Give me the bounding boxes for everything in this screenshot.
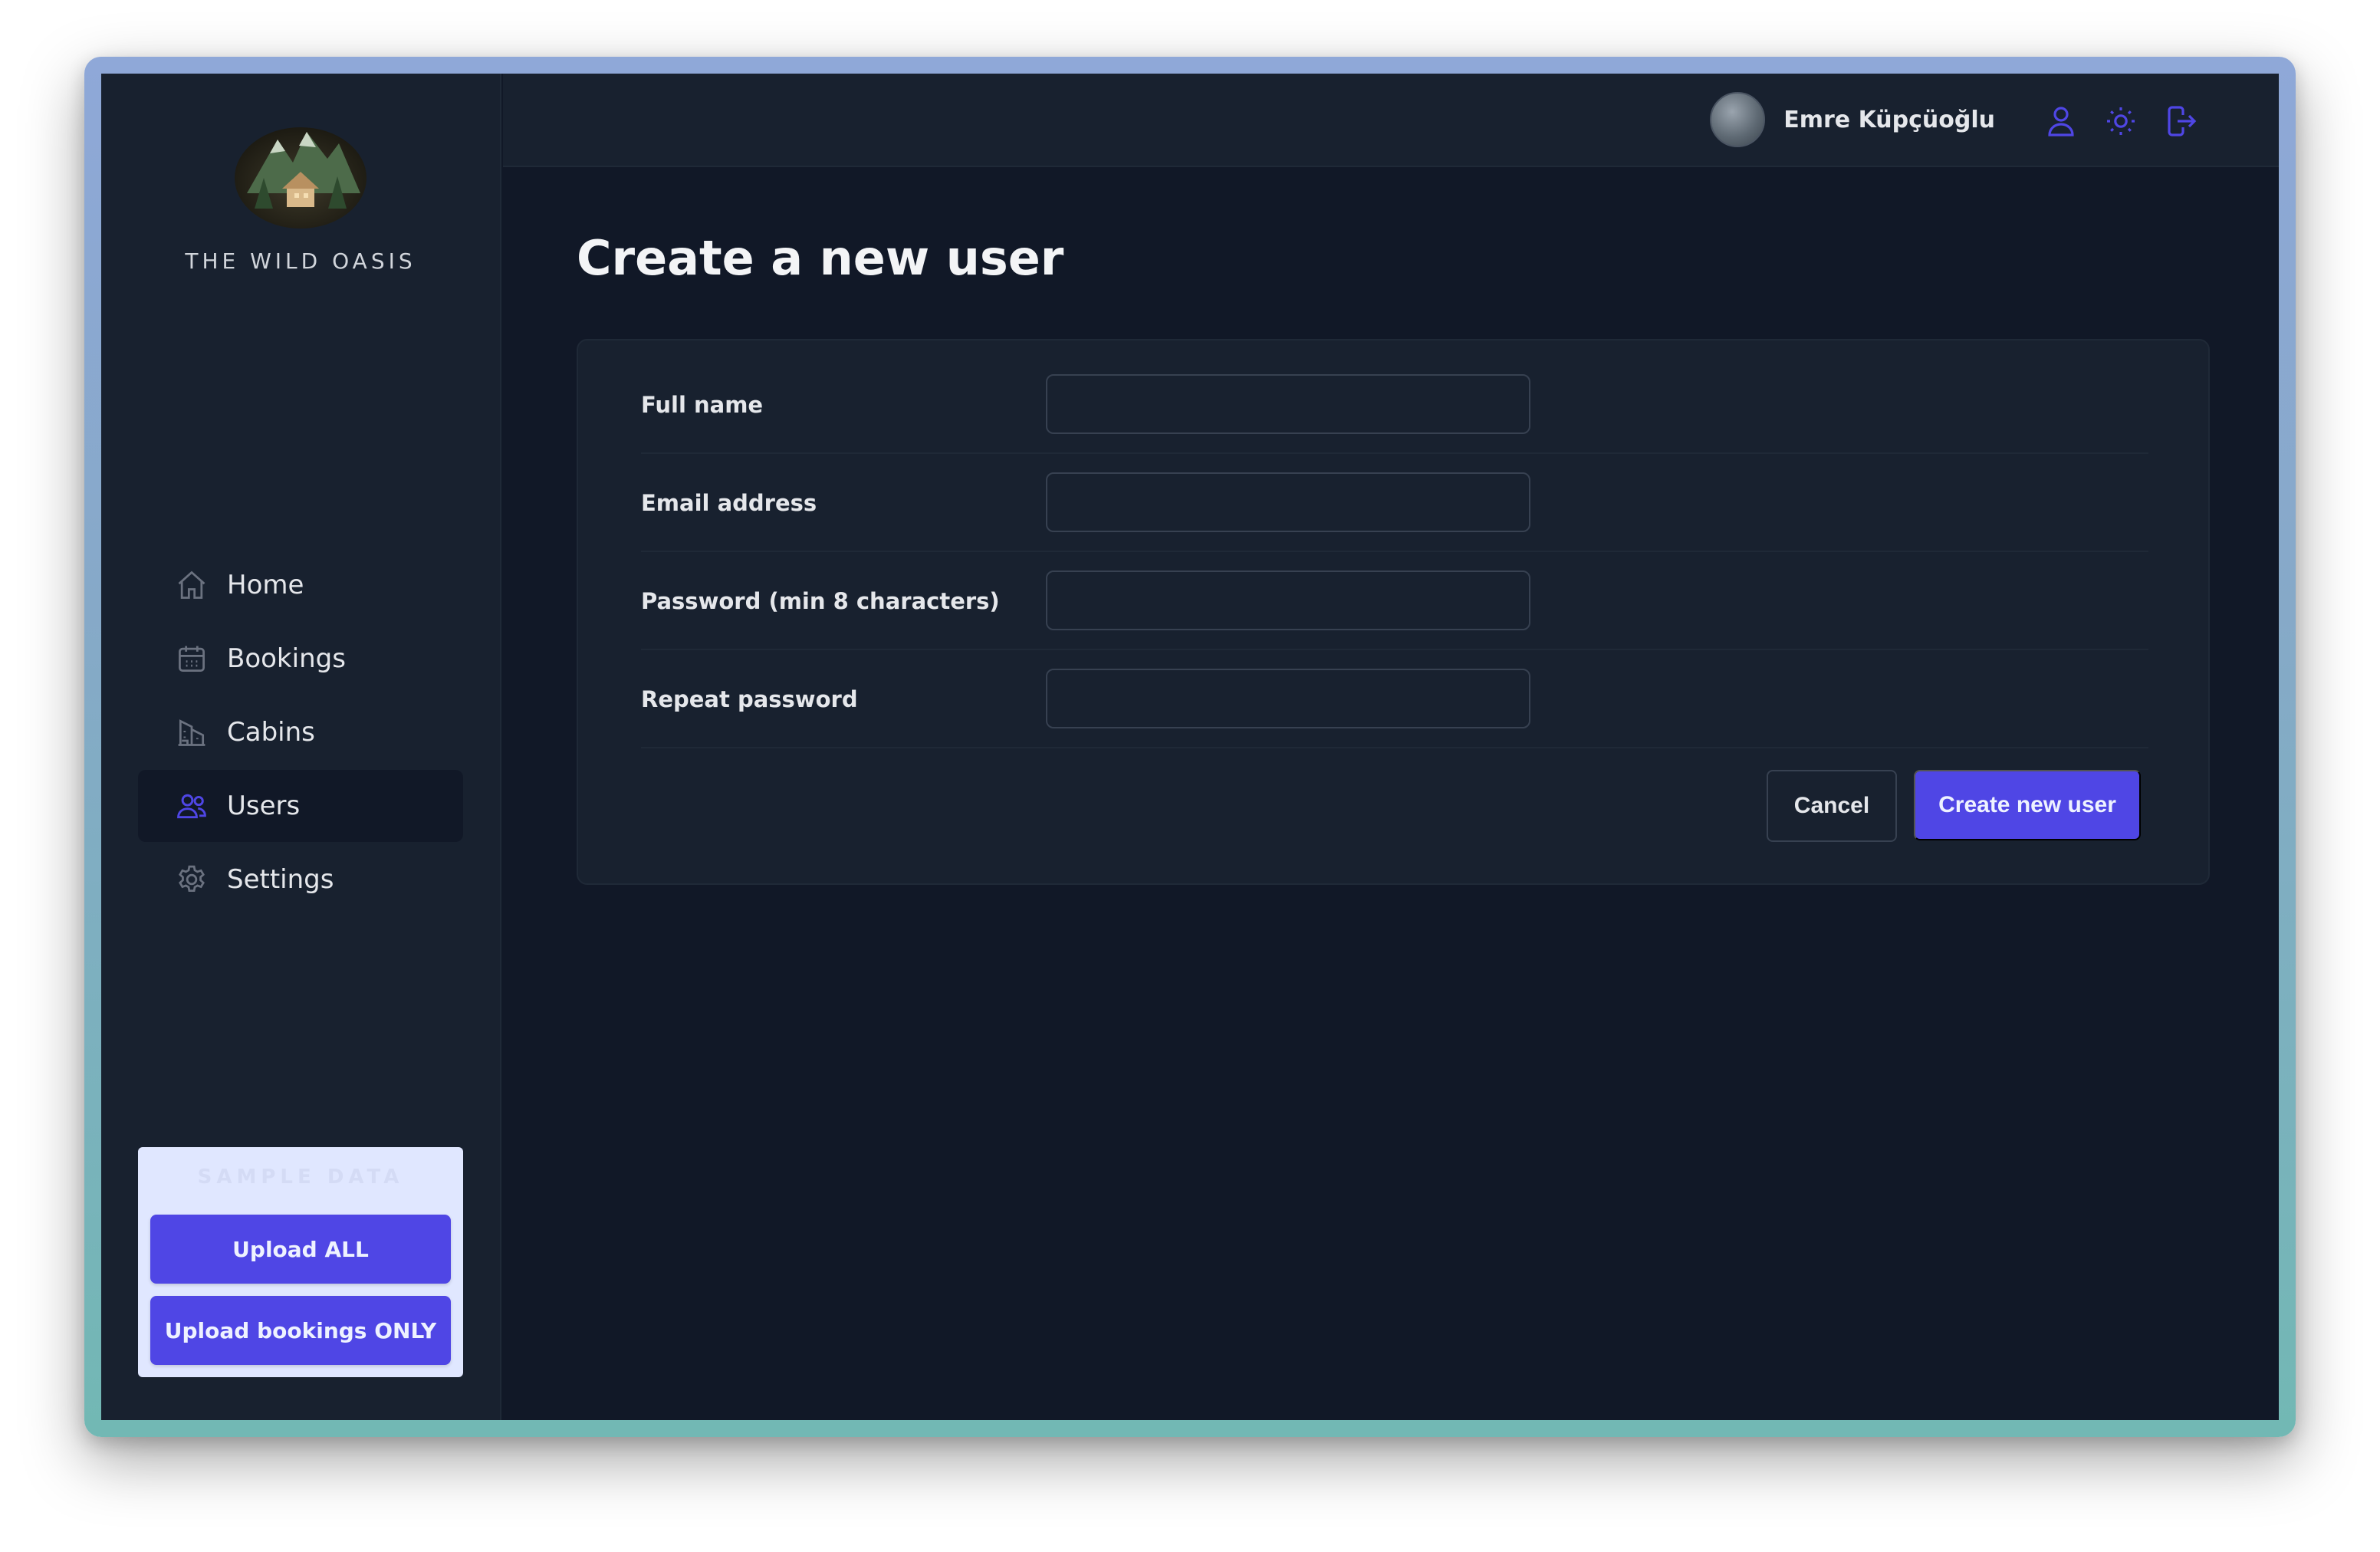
sidebar: THE WILD OASIS Home Bookings Cabins User… (101, 74, 501, 1420)
sun-icon[interactable] (2102, 103, 2139, 140)
sidebar-item-label: Settings (227, 864, 334, 895)
sidebar-item-label: Home (227, 570, 304, 600)
form-row-email: Email address (641, 454, 2148, 552)
sidebar-item-bookings[interactable]: Bookings (138, 623, 463, 695)
full-name-input[interactable] (1046, 374, 1530, 434)
form-row-repeat-password: Repeat password (641, 650, 2148, 748)
sidebar-item-label: Bookings (227, 643, 346, 674)
user-info: Emre Küpçüoğlu (1710, 92, 1995, 147)
main-content: Create a new user Full name Email addres… (503, 169, 2279, 1420)
cancel-button[interactable]: Cancel (1767, 770, 1897, 842)
email-input[interactable] (1046, 472, 1530, 532)
sidebar-item-settings[interactable]: Settings (138, 843, 463, 916)
sidebar-item-users[interactable]: Users (138, 770, 463, 842)
brand-logo: THE WILD OASIS (101, 117, 500, 274)
app-window: THE WILD OASIS Home Bookings Cabins User… (101, 74, 2279, 1420)
email-label: Email address (641, 490, 817, 516)
repeat-password-input[interactable] (1046, 669, 1530, 728)
full-name-label: Full name (641, 392, 764, 418)
create-user-form: Full name Email address Password (min 8 … (577, 339, 2210, 885)
sidebar-item-label: Cabins (227, 717, 315, 748)
repeat-password-label: Repeat password (641, 686, 858, 712)
sidebar-item-home[interactable]: Home (138, 549, 463, 621)
user-icon[interactable] (2043, 103, 2079, 140)
calendar-icon (175, 642, 209, 676)
gear-icon (175, 863, 209, 896)
sidebar-item-cabins[interactable]: Cabins (138, 696, 463, 768)
building-icon (175, 715, 209, 749)
top-header: Emre Küpçüoğlu (503, 74, 2279, 167)
upload-all-button[interactable]: Upload ALL (150, 1215, 451, 1284)
upload-bookings-button[interactable]: Upload bookings ONLY (150, 1296, 451, 1365)
password-label: Password (min 8 characters) (641, 588, 1000, 614)
logout-icon[interactable] (2162, 103, 2199, 140)
users-icon (175, 789, 209, 823)
brand-name: THE WILD OASIS (185, 248, 416, 274)
sample-data-panel: SAMPLE DATA Upload ALL Upload bookings O… (138, 1147, 463, 1377)
sample-data-title: SAMPLE DATA (197, 1166, 404, 1189)
logo-icon (235, 127, 367, 229)
password-input[interactable] (1046, 570, 1530, 630)
window-frame: THE WILD OASIS Home Bookings Cabins User… (84, 57, 2296, 1437)
user-name: Emre Küpçüoğlu (1783, 106, 1995, 133)
form-row-password: Password (min 8 characters) (641, 552, 2148, 650)
page-title: Create a new user (577, 230, 1064, 286)
avatar (1710, 92, 1766, 147)
form-row-full-name: Full name (641, 356, 2148, 454)
home-icon (175, 568, 209, 602)
create-user-button[interactable]: Create new user (1914, 770, 2141, 840)
sidebar-item-label: Users (227, 791, 301, 821)
